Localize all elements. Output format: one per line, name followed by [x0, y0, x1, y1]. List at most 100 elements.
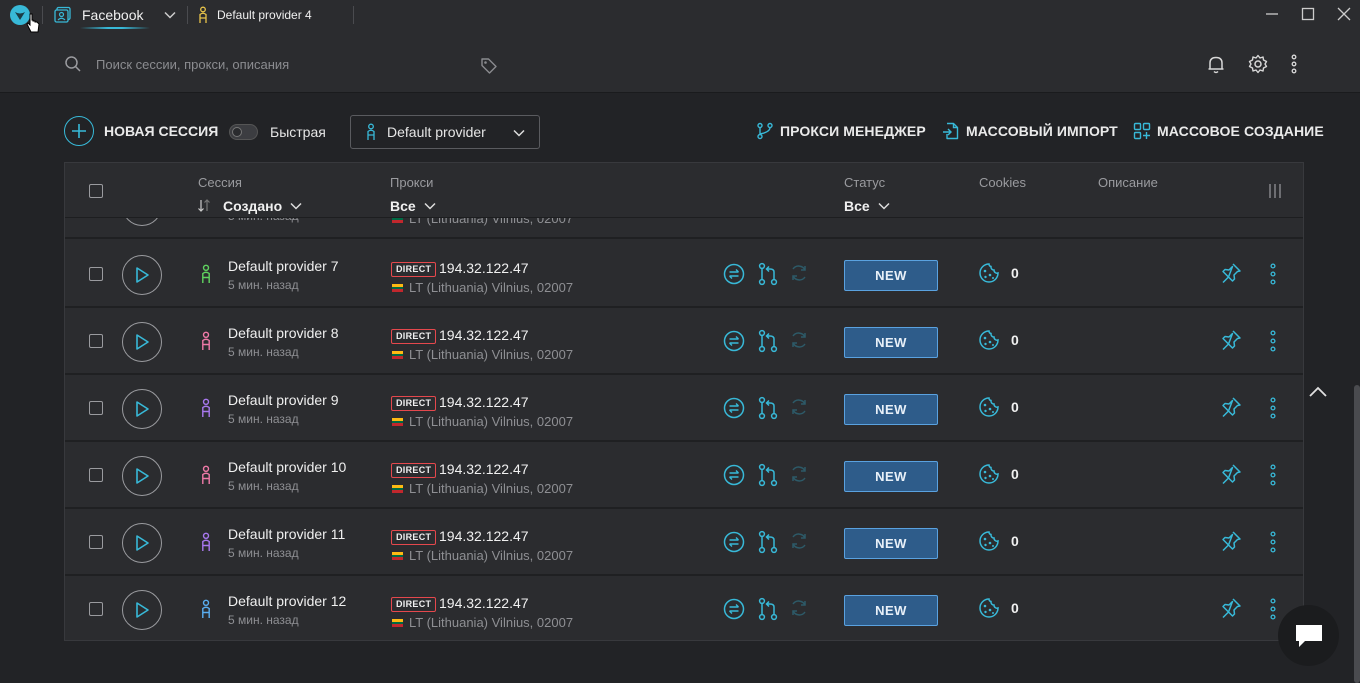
cookie-icon[interactable] [978, 463, 1000, 485]
swap-icon[interactable] [723, 531, 745, 553]
row-checkbox[interactable] [89, 267, 103, 281]
swap-icon[interactable] [723, 263, 745, 285]
branch-icon[interactable] [757, 262, 779, 286]
bell-icon[interactable] [1206, 54, 1226, 74]
play-button[interactable] [122, 389, 162, 429]
quick-toggle[interactable] [229, 124, 258, 140]
play-button[interactable] [122, 322, 162, 362]
pin-icon[interactable] [1220, 262, 1242, 284]
branch-icon[interactable] [757, 329, 779, 353]
refresh-icon[interactable] [789, 464, 809, 484]
kebab-icon[interactable] [1268, 464, 1278, 486]
maximize-icon[interactable] [1300, 6, 1316, 22]
gear-icon[interactable] [1248, 54, 1268, 74]
person-icon [367, 123, 375, 140]
play-button[interactable] [122, 523, 162, 563]
cookie-icon[interactable] [978, 597, 1000, 619]
pin-icon[interactable] [1220, 396, 1242, 418]
proxy-ip: 194.32.122.47 [439, 528, 529, 544]
refresh-icon[interactable] [789, 330, 809, 350]
scrollbar[interactable] [1354, 385, 1360, 683]
proxy-type-badge: DIRECT [391, 262, 437, 277]
select-all-checkbox[interactable] [89, 184, 103, 198]
chevron-down-icon [513, 129, 525, 137]
minimize-icon[interactable] [1264, 6, 1280, 22]
row-checkbox[interactable] [89, 535, 103, 549]
table-header: Сессия Создано Прокси Все Статус Все Coo… [65, 163, 1303, 218]
branch-icon[interactable] [757, 463, 779, 487]
play-button[interactable] [122, 590, 162, 630]
cookie-icon[interactable] [978, 396, 1000, 418]
pin-icon[interactable] [1220, 530, 1242, 552]
row-checkbox[interactable] [89, 602, 103, 616]
new-session-label: НОВАЯ СЕССИЯ [104, 123, 219, 139]
branch-icon[interactable] [757, 530, 779, 554]
lithuania-flag-icon [392, 418, 403, 426]
cookie-icon[interactable] [978, 530, 1000, 552]
branch-icon[interactable] [757, 396, 779, 420]
columns-icon[interactable] [1267, 183, 1283, 199]
cookie-count: 0 [1011, 466, 1019, 482]
chat-button[interactable] [1278, 605, 1339, 666]
table-row[interactable]: Default provider 10 5 мин. назад DIRECT … [65, 442, 1303, 509]
session-name[interactable]: Default provider 8 [228, 325, 339, 341]
refresh-icon[interactable] [789, 598, 809, 618]
new-session-button[interactable]: НОВАЯ СЕССИЯ [64, 116, 218, 146]
refresh-icon[interactable] [789, 263, 809, 283]
session-name[interactable]: Default provider 7 [228, 258, 339, 274]
status-badge: NEW [844, 260, 938, 291]
row-checkbox[interactable] [89, 401, 103, 415]
kebab-icon[interactable] [1268, 397, 1278, 419]
table-row[interactable]: Default provider 9 5 мин. назад DIRECT 1… [65, 375, 1303, 442]
kebab-icon[interactable] [1268, 531, 1278, 553]
cookie-icon[interactable] [978, 262, 1000, 284]
swap-icon[interactable] [723, 598, 745, 620]
row-checkbox[interactable] [89, 468, 103, 482]
proxy-ip: 194.32.122.47 [439, 595, 529, 611]
chevron-down-icon[interactable] [163, 8, 177, 22]
person-icon [202, 331, 210, 350]
session-sort[interactable]: Создано [197, 198, 302, 214]
pin-icon[interactable] [1220, 463, 1242, 485]
row-checkbox[interactable] [89, 334, 103, 348]
scroll-up-icon[interactable] [1308, 385, 1328, 399]
proxy-filter[interactable]: Все [390, 198, 436, 214]
mass-create-button[interactable]: МАССОВОЕ СОЗДАНИЕ [1133, 122, 1324, 140]
close-icon[interactable] [1336, 6, 1352, 22]
mass-create-label: МАССОВОЕ СОЗДАНИЕ [1157, 123, 1324, 139]
table-row[interactable]: Default provider 8 5 мин. назад DIRECT 1… [65, 308, 1303, 375]
cookie-icon[interactable] [978, 329, 1000, 351]
tag-icon[interactable] [480, 57, 498, 75]
refresh-icon[interactable] [789, 397, 809, 417]
table-row[interactable]: Default provider 11 5 мин. назад DIRECT … [65, 509, 1303, 576]
session-name[interactable]: Default provider 11 [228, 526, 345, 542]
kebab-icon[interactable] [1268, 330, 1278, 352]
table-row[interactable]: Default provider 12 5 мин. назад DIRECT … [65, 576, 1303, 640]
table-row[interactable]: Default provider 7 5 мин. назад DIRECT 1… [65, 241, 1303, 308]
refresh-icon[interactable] [789, 531, 809, 551]
kebab-icon[interactable] [1284, 54, 1304, 74]
session-name[interactable]: Default provider 12 [228, 593, 346, 609]
mass-import-button[interactable]: МАССОВЫЙ ИМПОРТ [942, 122, 1118, 140]
tab-default-provider-4[interactable]: Default provider 4 [197, 5, 312, 25]
kebab-icon[interactable] [1268, 598, 1278, 620]
cookie-count: 0 [1011, 265, 1019, 281]
search-input[interactable] [96, 54, 476, 74]
branch-icon[interactable] [757, 597, 779, 621]
play-button[interactable] [122, 255, 162, 295]
status-filter[interactable]: Все [844, 198, 890, 214]
play-button[interactable] [122, 456, 162, 496]
pin-icon[interactable] [1220, 597, 1242, 619]
swap-icon[interactable] [723, 330, 745, 352]
swap-icon[interactable] [723, 397, 745, 419]
cookie-count: 0 [1011, 600, 1019, 616]
tab-facebook[interactable]: Facebook [54, 4, 143, 26]
provider-select[interactable]: Default provider [350, 115, 540, 149]
session-name[interactable]: Default provider 10 [228, 459, 346, 475]
session-name[interactable]: Default provider 9 [228, 392, 339, 408]
proxy-manager-button[interactable]: ПРОКСИ МЕНЕДЖЕР [756, 122, 926, 140]
kebab-icon[interactable] [1268, 263, 1278, 285]
session-time: 5 мин. назад [228, 546, 299, 560]
swap-icon[interactable] [723, 464, 745, 486]
pin-icon[interactable] [1220, 329, 1242, 351]
